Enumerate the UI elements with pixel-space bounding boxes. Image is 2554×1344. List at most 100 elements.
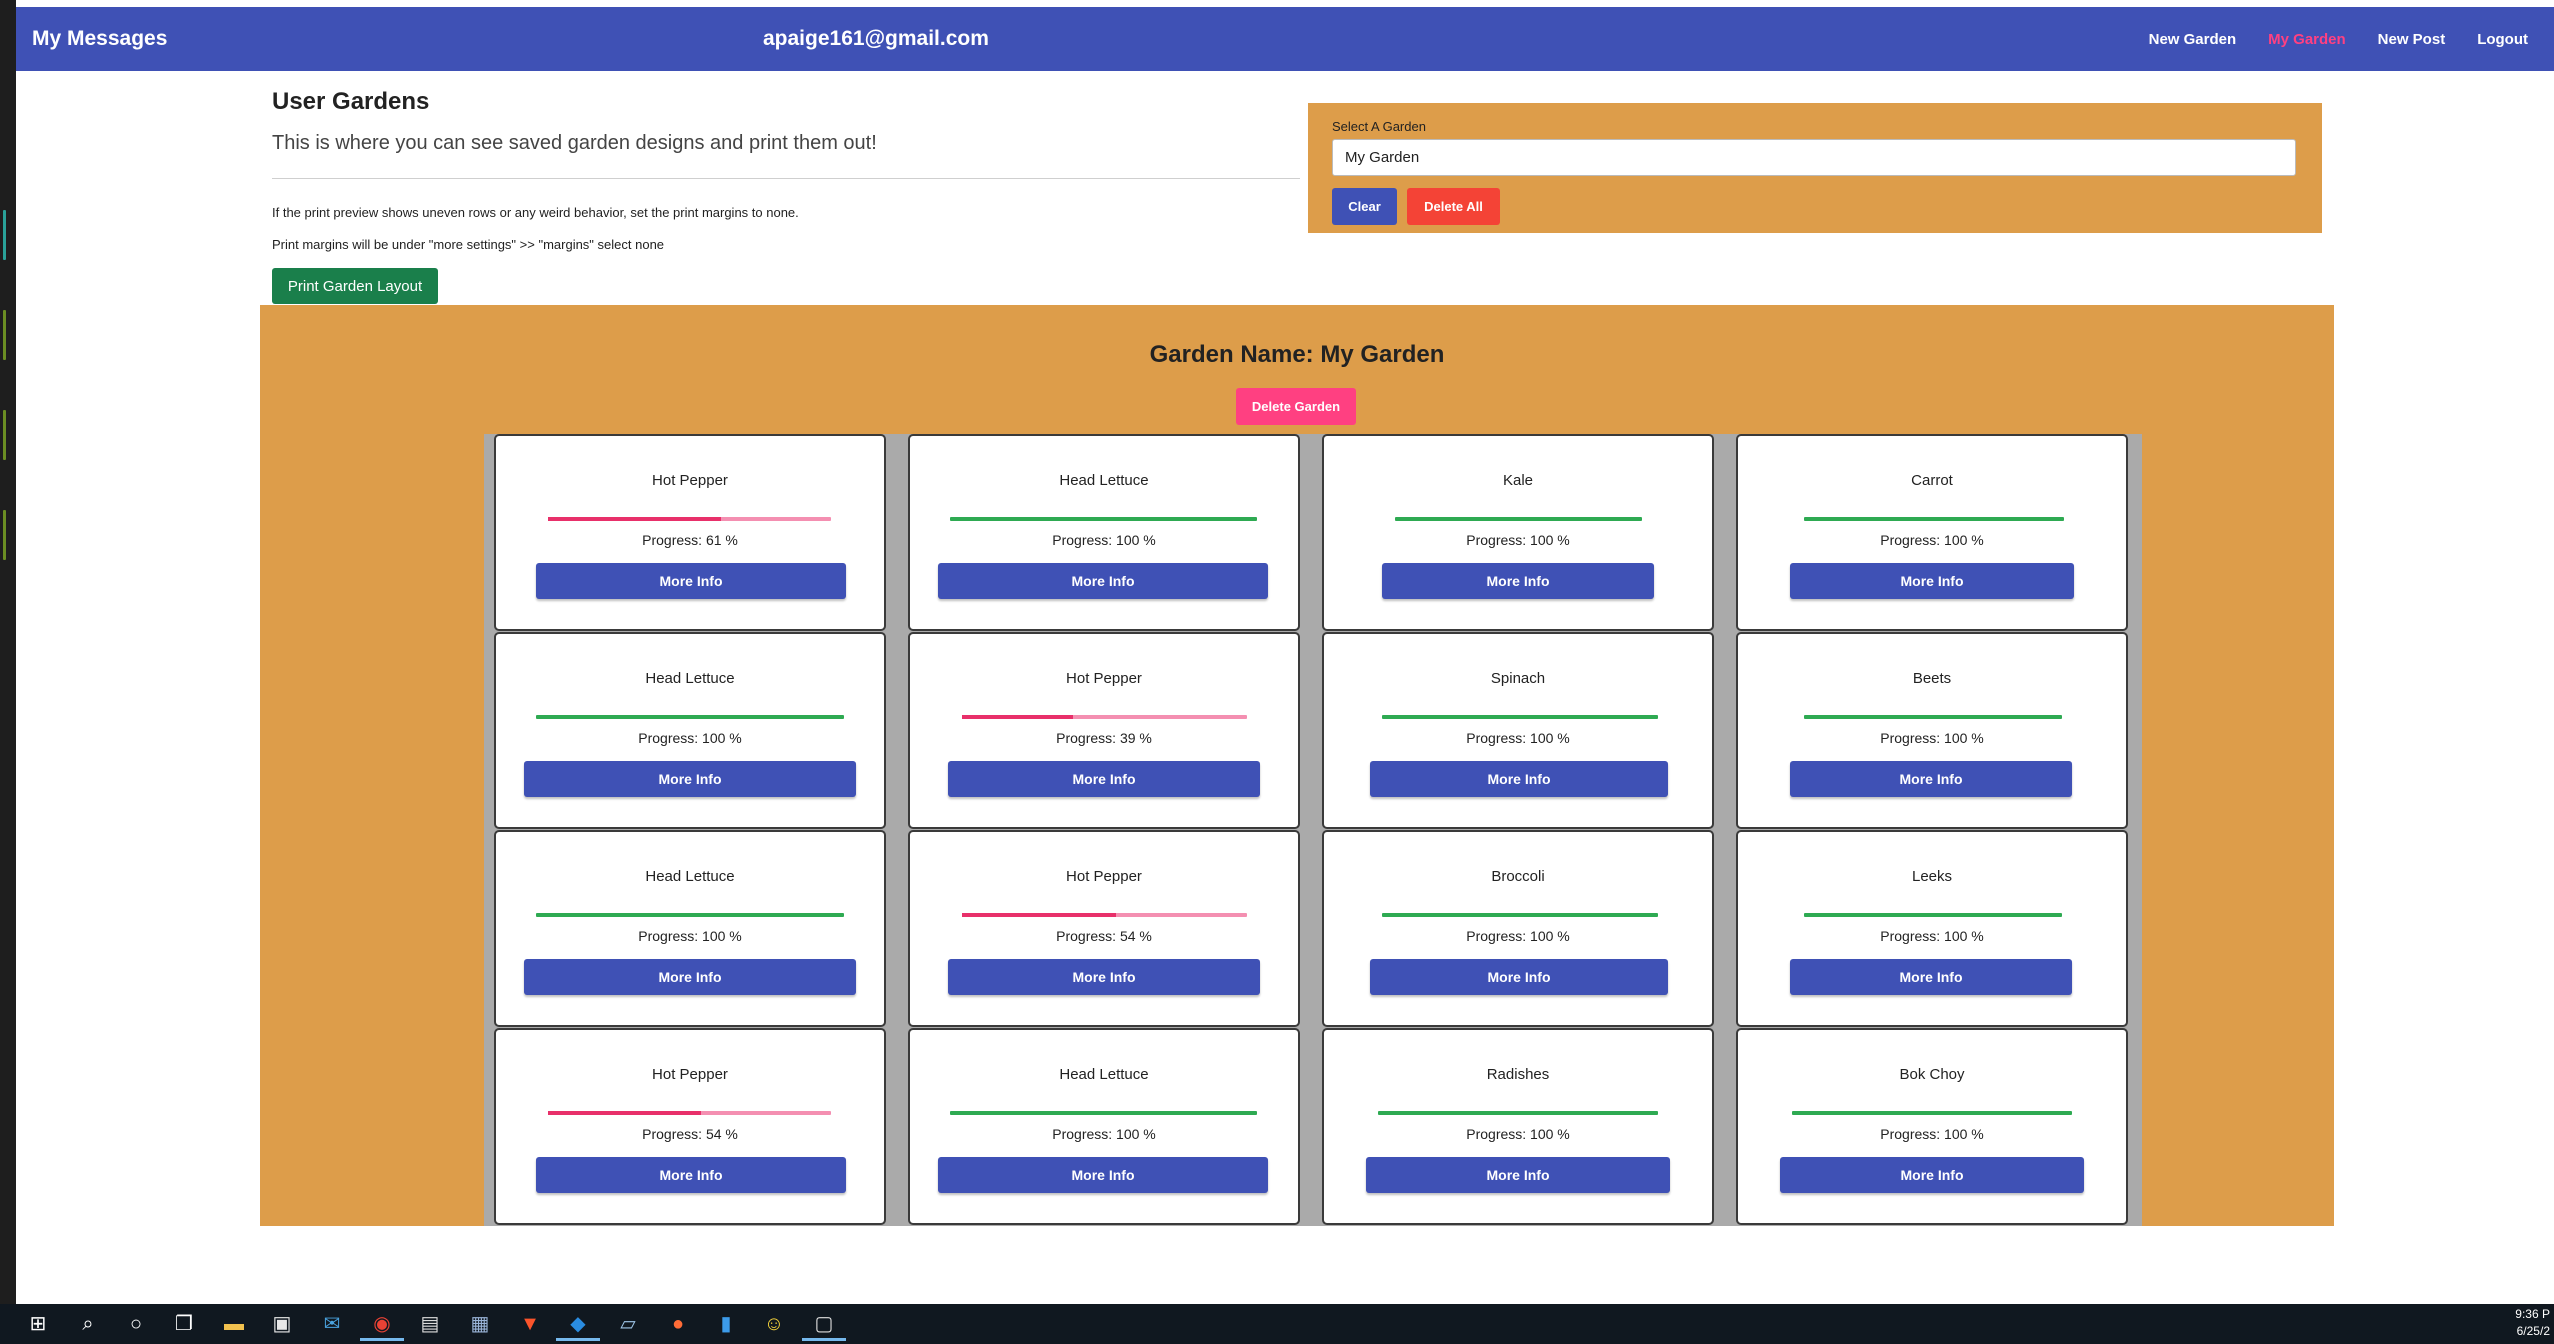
print-garden-layout-button[interactable]: Print Garden Layout (272, 268, 438, 304)
vscode-icon[interactable]: ◆ (564, 1310, 592, 1338)
more-info-button[interactable]: More Info (1780, 1157, 2084, 1193)
progress-text: Progress: 100 % (1466, 928, 1570, 944)
more-info-button[interactable]: More Info (1790, 959, 2072, 995)
terminal-icon[interactable]: ▤ (416, 1310, 444, 1338)
editor-gutter-mark (3, 210, 6, 260)
progress-bar (1382, 715, 1658, 719)
garden-section: Garden Name: My Garden Delete Garden Hot… (260, 305, 2334, 1226)
progress-text: Progress: 54 % (1056, 928, 1152, 944)
brave-icon[interactable]: ▼ (516, 1310, 544, 1338)
plant-card: Head Lettuce Progress: 100 % More Info (908, 1028, 1300, 1225)
more-info-button[interactable]: More Info (1370, 959, 1668, 995)
plant-name: Carrot (1911, 472, 1953, 489)
navbar: My Messages apaige161@gmail.com New Gard… (16, 7, 2554, 71)
editor-gutter-mark (3, 410, 6, 460)
editor-gutter-mark (3, 310, 6, 360)
print-note: If the print preview shows uneven rows o… (272, 205, 799, 220)
search-icon[interactable]: ⌕ (74, 1310, 102, 1338)
plant-card: Kale Progress: 100 % More Info (1322, 434, 1714, 631)
windows-taskbar: 9:36 P 6/25/2 ⊞ ⌕ ○ ❐ ▬ ▣ ✉ ◉ ▤ ▦ ▼ ◆ ▱ ● ▮ ☺ ▢ (0, 1304, 2554, 1344)
more-info-button[interactable]: More Info (536, 1157, 846, 1193)
more-info-button[interactable]: More Info (938, 1157, 1268, 1193)
nav-link-logout[interactable]: Logout (2461, 31, 2544, 48)
more-info-button[interactable]: More Info (1366, 1157, 1670, 1193)
print-margins-note: Print margins will be under "more settin… (272, 237, 665, 252)
progress-bar (548, 1111, 831, 1115)
mail-icon[interactable]: ✉ (318, 1310, 346, 1338)
clear-button[interactable]: Clear (1332, 188, 1397, 225)
delete-garden-button[interactable]: Delete Garden (1236, 388, 1356, 425)
file-icon[interactable]: ▮ (712, 1310, 740, 1338)
select-garden-field[interactable]: My Garden (1332, 139, 2296, 176)
progress-bar (1804, 517, 2064, 521)
progress-bar-fill (962, 913, 1116, 917)
plant-card: Beets Progress: 100 % More Info (1736, 632, 2128, 829)
progress-text: Progress: 100 % (1880, 1126, 1984, 1142)
clock-date: 6/25/2 (2516, 1324, 2550, 1338)
progress-bar (1792, 1111, 2072, 1115)
more-info-button[interactable]: More Info (1790, 761, 2072, 797)
plant-name: Hot Pepper (1066, 670, 1142, 687)
nav-link-new-garden[interactable]: New Garden (2133, 31, 2253, 48)
file-explorer-icon[interactable]: ▬ (220, 1310, 248, 1338)
task-view-icon[interactable]: ❐ (170, 1310, 198, 1338)
postman-icon[interactable]: ● (664, 1310, 692, 1338)
clock-time: 9:36 P (2515, 1307, 2550, 1321)
chrome-icon[interactable]: ◉ (368, 1310, 396, 1338)
progress-text: Progress: 39 % (1056, 730, 1152, 746)
nav-link-new-post[interactable]: New Post (2362, 31, 2462, 48)
nav-link-my-garden[interactable]: My Garden (2252, 31, 2362, 48)
progress-bar (1804, 715, 2062, 719)
plant-name: Hot Pepper (1066, 868, 1142, 885)
taskbar-active-indicator (556, 1338, 600, 1341)
plant-name: Head Lettuce (1059, 472, 1149, 489)
select-garden-panel: Select A Garden My Garden Clear Delete A… (1308, 103, 2322, 233)
plant-name: Hot Pepper (652, 472, 728, 489)
progress-text: Progress: 100 % (1052, 1126, 1156, 1142)
nav-links: New Garden My Garden New Post Logout (2133, 7, 2544, 71)
more-info-button[interactable]: More Info (1382, 563, 1654, 599)
progress-text: Progress: 54 % (642, 1126, 738, 1142)
windows-start-icon[interactable]: ⊞ (24, 1310, 52, 1338)
page-subtitle: This is where you can see saved garden d… (272, 132, 877, 154)
progress-bar-fill (962, 715, 1074, 719)
more-info-button[interactable]: More Info (948, 959, 1260, 995)
plant-card: Head Lettuce Progress: 100 % More Info (494, 830, 886, 1027)
more-info-button[interactable]: More Info (524, 761, 856, 797)
system-clock[interactable]: 9:36 P 6/25/2 (2515, 1306, 2550, 1340)
delete-all-button[interactable]: Delete All (1407, 188, 1500, 225)
progress-bar (536, 913, 844, 917)
more-info-button[interactable]: More Info (524, 959, 856, 995)
taskbar-active-indicator (802, 1338, 846, 1341)
progress-text: Progress: 100 % (1466, 730, 1570, 746)
more-info-button[interactable]: More Info (1370, 761, 1668, 797)
cortana-icon[interactable]: ○ (122, 1310, 150, 1338)
smiley-app-icon[interactable]: ☺ (760, 1310, 788, 1338)
progress-text: Progress: 100 % (1880, 532, 1984, 548)
store-icon[interactable]: ▣ (268, 1310, 296, 1338)
plant-name: Radishes (1486, 1066, 1550, 1083)
plant-card: Carrot Progress: 100 % More Info (1736, 434, 2128, 631)
calculator-icon[interactable]: ▦ (466, 1310, 494, 1338)
plant-card: Hot Pepper Progress: 54 % More Info (494, 1028, 886, 1225)
plant-name: Bok Choy (1899, 1066, 1965, 1083)
more-info-button[interactable]: More Info (1790, 563, 2074, 599)
page-title: User Gardens (272, 88, 430, 115)
progress-bar-fill (548, 1111, 701, 1115)
window-app-icon[interactable]: ▢ (810, 1310, 838, 1338)
plant-card: Head Lettuce Progress: 100 % More Info (908, 434, 1300, 631)
user-email: apaige161@gmail.com (763, 27, 989, 50)
progress-bar (1804, 913, 2062, 917)
brand-title[interactable]: My Messages (32, 7, 167, 71)
plant-card: Leeks Progress: 100 % More Info (1736, 830, 2128, 1027)
plant-card: Hot Pepper Progress: 54 % More Info (908, 830, 1300, 1027)
plant-grid: Hot Pepper Progress: 61 % More Info Head Le… (484, 434, 2142, 1226)
browser-page: My Messages apaige161@gmail.com New Gard… (16, 0, 2554, 1304)
progress-text: Progress: 100 % (638, 730, 742, 746)
more-info-button[interactable]: More Info (938, 563, 1268, 599)
more-info-button[interactable]: More Info (948, 761, 1260, 797)
more-info-button[interactable]: More Info (536, 563, 846, 599)
progress-bar (962, 715, 1247, 719)
plant-name: Kale (1502, 472, 1534, 489)
notepad-icon[interactable]: ▱ (614, 1310, 642, 1338)
